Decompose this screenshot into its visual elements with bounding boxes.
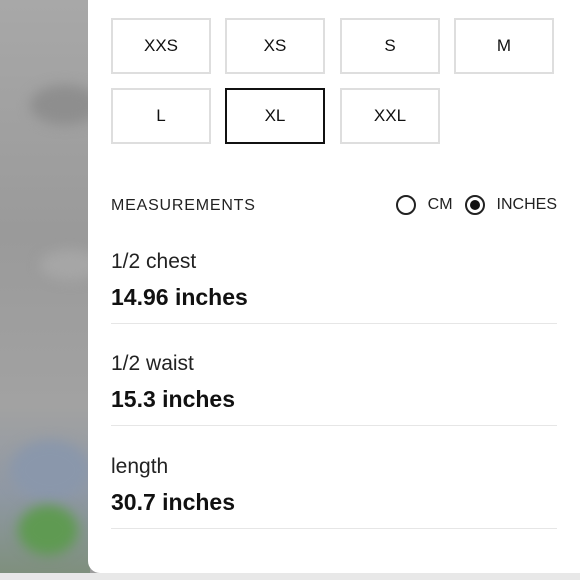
cm-radio[interactable] [395,195,416,215]
cm-label[interactable]: CM [428,196,453,214]
background-blur-shape [10,440,90,500]
page-bottom-edge [0,573,580,580]
measurement-value: 14.96 inches [111,284,248,310]
size-option-l[interactable]: L [111,88,211,144]
measurement-row-chest: 1/2 chest 14.96 inches [111,238,557,324]
measurement-value: 30.7 inches [111,489,236,515]
size-option-m[interactable]: M [454,18,554,74]
inches-label[interactable]: INCHES [497,196,557,214]
measurement-row-waist: 1/2 waist 15.3 inches [111,340,557,426]
size-option-xxl[interactable]: XXL [340,88,440,144]
background-blur-shape [30,85,90,125]
measurement-row-length: length 30.7 inches [111,443,557,529]
size-option-xxs[interactable]: XXS [111,18,211,74]
size-option-xs[interactable]: XS [225,18,325,74]
background-blur-shape [40,250,90,280]
measurement-label: length [111,455,169,478]
measurements-title: MEASUREMENTS [111,197,256,214]
measurement-label: 1/2 chest [111,250,197,273]
radio-selected-dot [469,200,480,210]
background-blur-shape [18,505,78,555]
size-option-s[interactable]: S [340,18,440,74]
measurement-label: 1/2 waist [111,352,194,375]
measurements-header: MEASUREMENTS CM INCHES [111,195,557,221]
size-guide-panel: XXS XS S M L XL XXL MEASUREMENTS CM INCH… [88,0,580,573]
inches-radio[interactable] [464,195,485,215]
measurement-value: 15.3 inches [111,386,236,412]
blurred-background [0,0,90,580]
unit-toggle: CM INCHES [395,195,557,215]
size-option-xl[interactable]: XL [225,88,325,144]
